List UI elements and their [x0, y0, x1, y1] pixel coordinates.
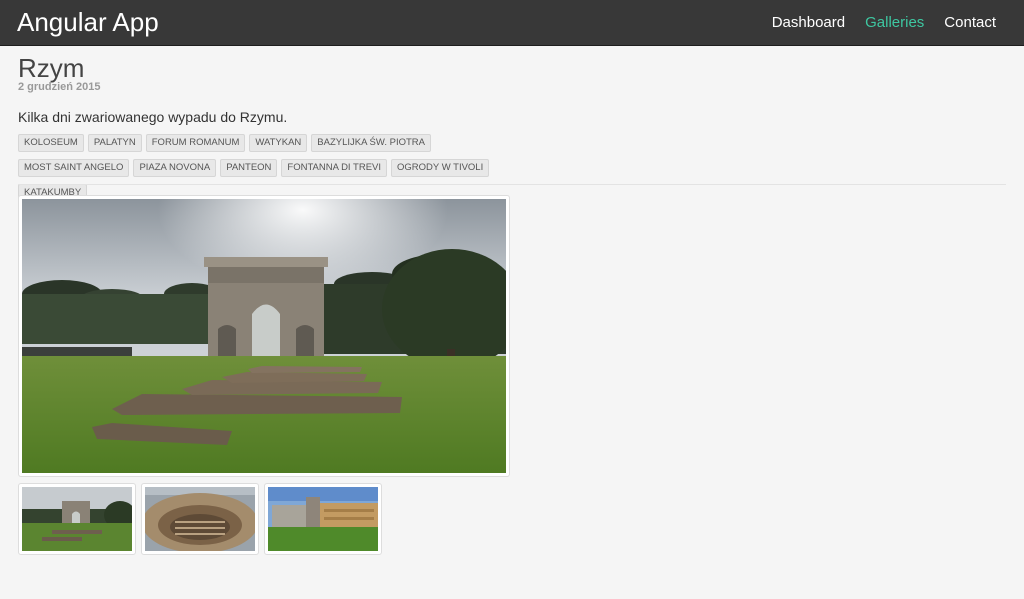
tag-fontanna-di-trevi[interactable]: FONTANNA DI TREVI	[281, 159, 388, 177]
gallery-description: Kilka dni zwariowanego wypadu do Rzymu.	[18, 109, 288, 125]
gallery-content: Rzym 2 grudzień 2015 Kilka dni zwariowan…	[18, 54, 1006, 202]
nav-link-contact[interactable]: Contact	[944, 14, 996, 31]
tag-koloseum[interactable]: KOLOSEUM	[18, 134, 84, 152]
tag-ogrody-w-tivoli[interactable]: OGRODY W TIVOLI	[391, 159, 490, 177]
tag-list: KOLOSEUM PALATYN FORUM ROMANUM WATYKAN B…	[18, 134, 518, 202]
tag-watykan[interactable]: WATYKAN	[249, 134, 308, 152]
tag-piaza-novona[interactable]: PIAZA NOVONA	[133, 159, 217, 177]
tag-bazylika-sw-piotra[interactable]: BAZYLIJKA ŚW. PIOTRA	[311, 134, 431, 152]
main-photo[interactable]	[18, 195, 510, 477]
thumbnail-1[interactable]	[18, 483, 136, 555]
tag-palatyn[interactable]: PALATYN	[87, 134, 142, 152]
thumbnail-3[interactable]	[264, 483, 382, 555]
brand-link[interactable]: Angular App	[17, 6, 159, 38]
nav-menu: Dashboard Galleries Contact	[772, 13, 996, 33]
tag-panteon[interactable]: PANTEON	[220, 159, 278, 177]
gallery-title: Rzym	[18, 53, 85, 83]
thumbnail-strip	[18, 483, 382, 555]
content-divider	[18, 184, 1006, 185]
arch-of-constantine-photo	[22, 199, 506, 473]
tag-most-saint-angelo[interactable]: MOST SAINT ANGELO	[18, 159, 130, 177]
nav-link-dashboard[interactable]: Dashboard	[772, 14, 845, 31]
nav-link-galleries[interactable]: Galleries	[865, 14, 924, 31]
gallery-date: 2 grudzień 2015	[18, 81, 101, 93]
thumbnail-2[interactable]	[141, 483, 259, 555]
navbar: Angular App Dashboard Galleries Contact	[0, 0, 1024, 46]
arch-of-constantine-thumb	[22, 487, 132, 551]
tag-forum-romanum[interactable]: FORUM ROMANUM	[145, 134, 246, 152]
vatican-buildings-thumb	[268, 487, 378, 551]
colosseum-interior-thumb	[145, 487, 255, 551]
